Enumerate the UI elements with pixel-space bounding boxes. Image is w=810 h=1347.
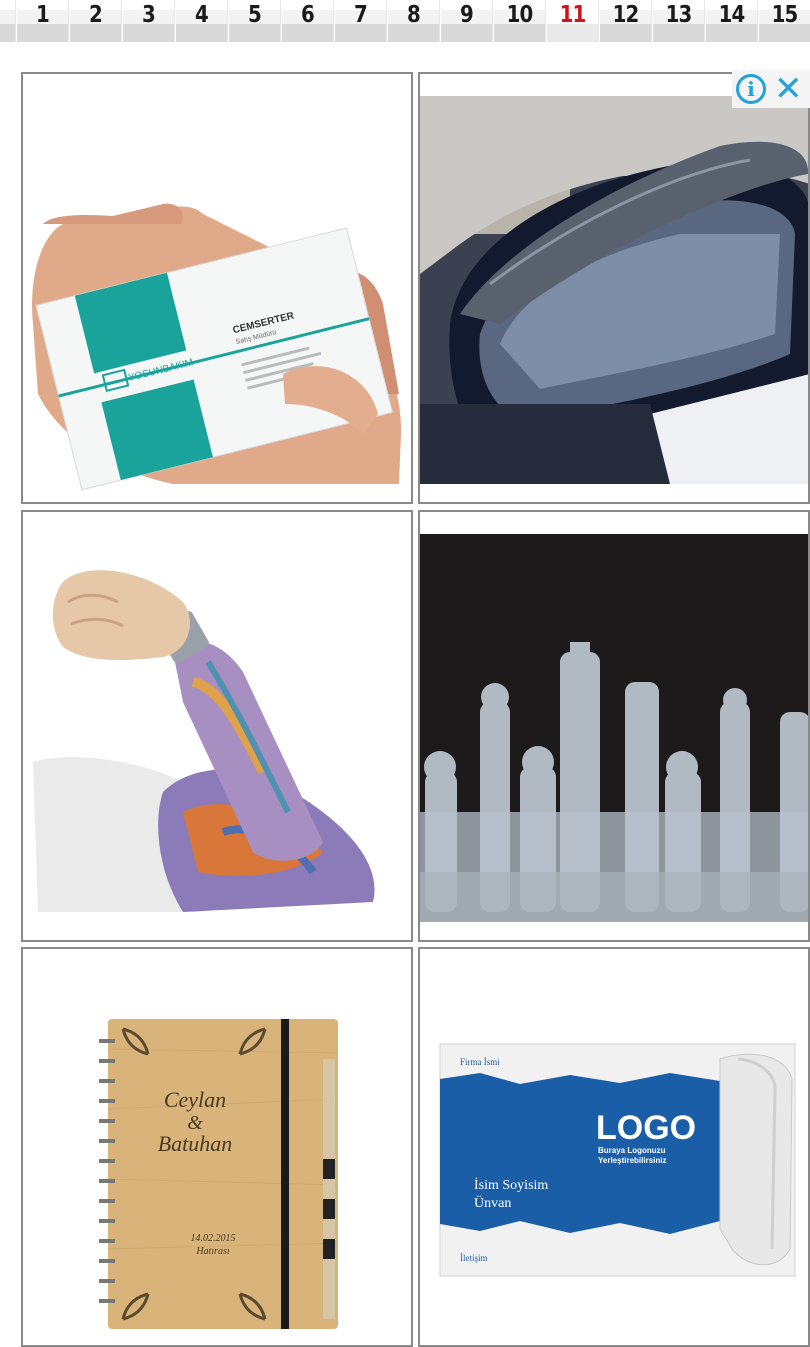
page-link[interactable]: 7 (335, 0, 387, 42)
page-link[interactable]: 5 (229, 0, 281, 42)
card-template-image: Firma İsmi LOGO Buraya Logonuzu Yerleşti… (420, 949, 808, 1345)
bamboo-notebook-image: Ceylan & Batuhan 14.02.2015 Hatırası (23, 949, 411, 1345)
template-logo-sub1: Buraya Logonuzu (598, 1146, 666, 1155)
page-number: 1 (36, 2, 50, 28)
notebook-date: 14.02.2015 (191, 1233, 236, 1244)
page-number: 7 (354, 2, 368, 28)
page-link[interactable]: 1 (17, 0, 69, 42)
page-number: 5 (248, 2, 262, 28)
page-number: 13 (665, 2, 693, 28)
template-company: Firma İsmi (460, 1057, 500, 1067)
page-link[interactable]: 6 (282, 0, 334, 42)
page-number: 9 (460, 2, 474, 28)
info-icon[interactable]: i (736, 74, 766, 104)
template-title: Ünvan (474, 1194, 511, 1211)
product-tile-bamboo-notebook[interactable]: Ceylan & Batuhan 14.02.2015 Hatırası (21, 947, 413, 1347)
page-link[interactable]: 2 (70, 0, 122, 42)
page-link-current[interactable]: 11 (547, 0, 599, 42)
close-icon[interactable]: ✕ (774, 72, 803, 106)
glass-chess-image (420, 512, 808, 940)
product-tile-mirror-visor[interactable] (418, 72, 810, 504)
business-card-image: YOSUNBAKIM CEMSERTER Satış Müdürü (23, 74, 411, 502)
page-number: 3 (142, 2, 156, 28)
page-number: 11 (559, 2, 587, 28)
ad-choices-badge: i ✕ (732, 70, 810, 108)
mirror-visor-image (420, 74, 808, 502)
page-link[interactable]: 15 (759, 0, 810, 42)
page-link[interactable]: 9 (441, 0, 493, 42)
page-number: 4 (195, 2, 209, 28)
page-number: 8 (407, 2, 421, 28)
template-logo-sub2: Yerleştirebilirsiniz (598, 1156, 666, 1165)
page-number: 12 (612, 2, 640, 28)
page-number: 10 (506, 2, 534, 28)
page-number: 6 (301, 2, 315, 28)
page-link[interactable]: 8 (388, 0, 440, 42)
page-link[interactable]: 4 (176, 0, 228, 42)
page-number: 14 (718, 2, 746, 28)
page-link[interactable]: 13 (653, 0, 705, 42)
pagination-edge (0, 0, 16, 42)
product-tile-card-template[interactable]: Firma İsmi LOGO Buraya Logonuzu Yerleşti… (418, 947, 810, 1347)
tattoo-sleeve-image (23, 512, 411, 940)
notebook-caption: Hatırası (195, 1246, 230, 1257)
page-link[interactable]: 10 (494, 0, 546, 42)
notebook-line3: Batuhan (158, 1131, 233, 1156)
notebook-line1: Ceylan (164, 1087, 226, 1112)
page-number: 2 (89, 2, 103, 28)
pagination-bar: 1 2 3 4 5 6 7 8 9 10 11 12 13 14 15 (0, 0, 810, 42)
template-logo: LOGO (596, 1109, 696, 1147)
page-number: 15 (771, 2, 799, 28)
product-tile-business-card[interactable]: YOSUNBAKIM CEMSERTER Satış Müdürü (21, 72, 413, 504)
template-name: İsim Soyisim (474, 1177, 548, 1193)
page-link[interactable]: 14 (706, 0, 758, 42)
product-tile-glass-chess[interactable] (418, 510, 810, 942)
page-link[interactable]: 3 (123, 0, 175, 42)
template-contact: İletişim (460, 1253, 488, 1263)
page-link[interactable]: 12 (600, 0, 652, 42)
product-tile-tattoo-sleeve[interactable] (21, 510, 413, 942)
